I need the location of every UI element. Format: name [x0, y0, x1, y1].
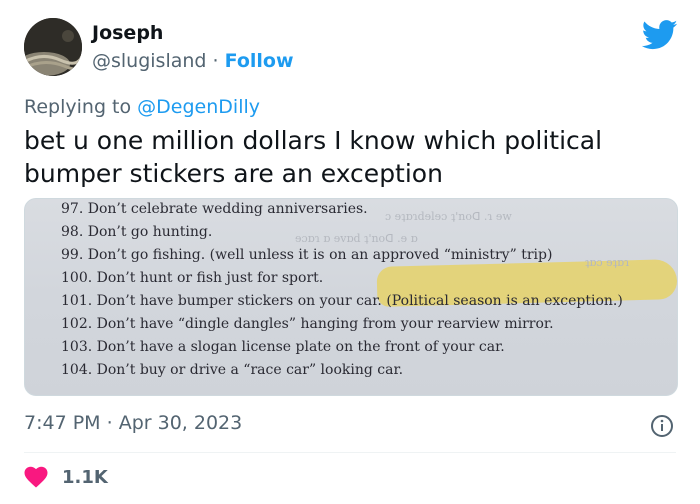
author-name[interactable]: Joseph [92, 22, 163, 44]
like-button[interactable]: 1.1K [24, 462, 108, 492]
photo-line: 99. Don’t go fishing. (well unless it is… [61, 247, 553, 263]
divider [24, 452, 676, 453]
bleed-through-text: ɘɔɒɿ ɒ ɘvɒd ʇ'noᗡ .ɘ ɒ [295, 232, 418, 245]
replying-to-label: Replying to [24, 96, 132, 118]
timestamp[interactable]: 7:47 PM · Apr 30, 2023 [24, 412, 242, 434]
photo-line: 100. Don’t hunt or fish just for sport. [61, 270, 324, 286]
info-icon[interactable] [650, 414, 674, 438]
tweet-time: 7:47 PM [24, 412, 101, 434]
tweet-photo[interactable]: ɔ ɘʇɒɿdɘlɘɔ ʇ'noᗡ .ɿ ɘw ɘɔɒɿ ɒ ɘvɒd ʇ'no… [24, 198, 678, 396]
photo-line: 101. Don’t have bumper stickers on your … [61, 293, 623, 309]
separator-dot: · [212, 50, 219, 72]
bleed-through-text: ɔ ɘʇɒɿdɘlɘɔ ʇ'noᗡ .ɿ ɘw [385, 210, 512, 223]
photo-line: 97. Don’t celebrate wedding anniversarie… [61, 201, 368, 217]
bleed-through-text: ʇɒɔ ɘʇɒɿ [585, 256, 630, 269]
author-handle[interactable]: @slugisland [92, 50, 206, 72]
separator-dot: · [106, 412, 113, 434]
photo-line: 102. Don’t have “dingle dangles” hanging… [61, 316, 554, 332]
tweet-text: bet u one million dollars I know which p… [24, 126, 603, 188]
photo-line: 104. Don’t buy or drive a “race car” loo… [61, 362, 404, 378]
replying-to: Replying to @DegenDilly [24, 96, 260, 118]
tweet-date: Apr 30, 2023 [118, 412, 243, 434]
handle-row: @slugisland · Follow [92, 50, 294, 72]
avatar-image [24, 18, 82, 76]
follow-button[interactable]: Follow [225, 50, 294, 72]
like-count: 1.1K [62, 466, 108, 488]
avatar[interactable] [24, 18, 82, 76]
photo-line: 103. Don’t have a slogan license plate o… [61, 339, 505, 355]
twitter-bird-icon[interactable] [642, 20, 678, 50]
photo-line: 98. Don’t go hunting. [61, 224, 213, 240]
reply-mention-link[interactable]: @DegenDilly [137, 96, 260, 118]
heart-icon [24, 466, 48, 488]
